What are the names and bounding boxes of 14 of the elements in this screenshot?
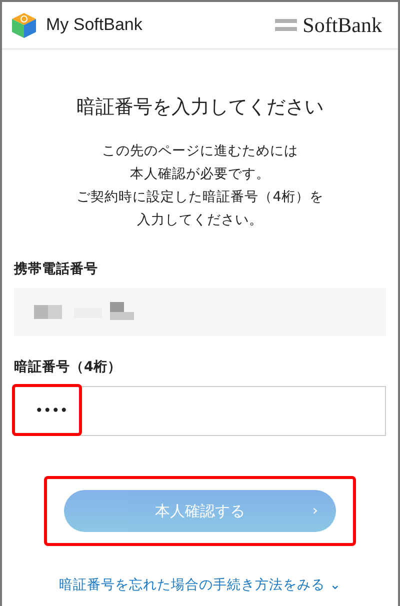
description-line: 本人確認が必要です。 (130, 165, 270, 184)
description-line: 入力してください。 (137, 211, 263, 230)
description-line: ご契約時に設定した暗証番号（4桁）を (76, 188, 324, 207)
page-title: 暗証番号を入力してください (76, 95, 324, 120)
description-line: この先のページに進むためには (102, 142, 298, 161)
app-logo-icon (10, 11, 38, 39)
field-label: 暗証番号（4桁） (14, 358, 122, 376)
field-label: 携帯電話番号 (14, 260, 99, 278)
brand-name: SoftBank (302, 12, 382, 38)
app-name: My SoftBank (46, 15, 142, 35)
pin-field[interactable]: •••• (14, 386, 386, 436)
brand-logo-icon (274, 19, 297, 31)
chevron-icon: › (312, 503, 318, 519)
help-link[interactable]: 暗証番号を忘れた場合の手続き方法をみる ⌄ (14, 576, 386, 594)
